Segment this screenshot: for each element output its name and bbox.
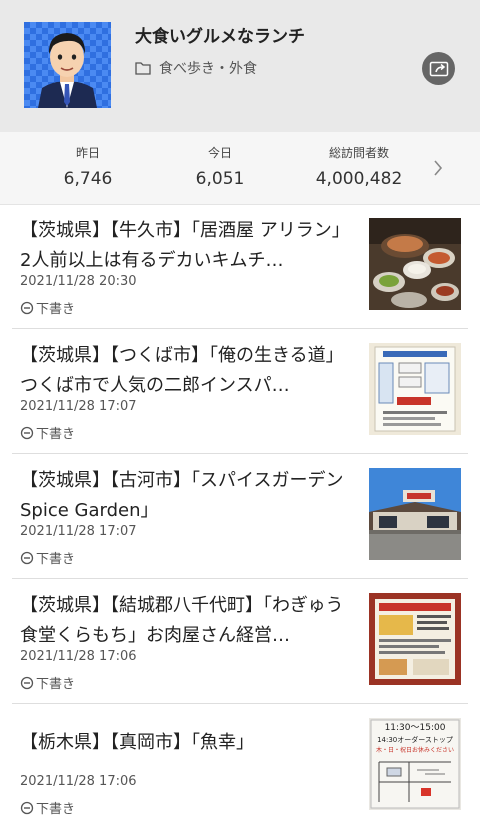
post-title[interactable]: 【茨城県】【牛久市】「居酒屋 アリラン」2人前以上は有るデカいキムチ… [20,216,356,276]
post-status: 下書き [20,298,75,317]
post-status-label: 下書き [36,677,76,692]
sign-text-hours: 11:30～15:00 [385,723,446,733]
post-thumbnail[interactable] [369,593,461,685]
post-status: 下書き [20,548,75,567]
folder-icon [135,62,151,75]
post-item[interactable]: 【茨城県】【つくば市】「俺の生きる道」つくば市で人気の二郎インスパ… 2021/… [12,329,468,454]
post-thumbnail[interactable]: 11:30～15:00 14:30オーダーストップ 木・日・祝日お休みください [369,718,461,810]
post-item[interactable]: 【栃木県】【真岡市】「魚幸」 2021/11/28 17:06 下書き 11:3… [12,704,468,828]
post-status-label: 下書き [36,302,76,317]
stat-total-label: 総訪問者数 [328,146,389,160]
share-button[interactable] [422,52,455,85]
stat-today: 今日 6,051 [190,144,250,189]
post-item[interactable]: 【茨城県】【牛久市】「居酒屋 アリラン」2人前以上は有るデカいキムチ… 2021… [12,204,468,329]
restaurant-exterior-photo [369,468,461,560]
post-item[interactable]: 【茨城県】【古河市】「スパイスガーデン Spice Garden」 2021/1… [12,454,468,579]
stat-today-label: 今日 [207,146,232,160]
post-date: 2021/11/28 17:06 [20,774,137,789]
post-date: 2021/11/28 17:07 [20,524,137,539]
minus-circle-icon [20,801,34,814]
post-list: 【茨城県】【牛久市】「居酒屋 アリラン」2人前以上は有るデカいキムチ… 2021… [0,204,480,828]
post-title[interactable]: 【茨城県】【つくば市】「俺の生きる道」つくば市で人気の二郎インスパ… [20,341,356,401]
blog-category[interactable]: 食べ歩き・外食 [135,58,257,78]
post-status: 下書き [20,423,75,442]
stat-total-value: 4,000,482 [315,169,403,189]
blog-title[interactable]: 大食いグルメなランチ [135,22,305,47]
post-date: 2021/11/28 17:07 [20,399,137,414]
post-status-label: 下書き [36,802,76,817]
post-title[interactable]: 【茨城県】【結城郡八千代町】「わぎゅう食堂くらもち」お肉屋さん経営… [20,591,356,651]
blog-header: 大食いグルメなランチ 食べ歩き・外食 [0,0,480,132]
avatar[interactable] [24,22,111,108]
category-label: 食べ歩き・外食 [159,61,257,77]
share-icon [429,61,448,76]
menu-board-photo [369,593,461,685]
parking-sign-photo [369,343,461,435]
hours-sign-photo: 11:30～15:00 14:30オーダーストップ 木・日・祝日お休みください [369,718,461,810]
stat-yesterday-value: 6,746 [63,169,113,189]
minus-circle-icon [20,676,34,689]
minus-circle-icon [20,426,34,439]
post-date: 2021/11/28 20:30 [20,274,137,289]
sign-text-holidays: 木・日・祝日お休みください [376,746,454,754]
post-status-label: 下書き [36,552,76,567]
post-thumbnail[interactable] [369,218,461,310]
stat-yesterday: 昨日 6,746 [58,144,118,189]
post-status-label: 下書き [36,427,76,442]
sign-text-order-stop: 14:30オーダーストップ [377,735,453,744]
post-thumbnail[interactable] [369,343,461,435]
minus-circle-icon [20,551,34,564]
post-thumbnail[interactable] [369,468,461,560]
post-title[interactable]: 【栃木県】【真岡市】「魚幸」 [20,728,356,758]
minus-circle-icon [20,301,34,314]
stat-total: 総訪問者数 4,000,482 [304,144,414,189]
visitor-stats[interactable]: 昨日 6,746 今日 6,051 総訪問者数 4,000,482 [0,132,480,205]
avatar-illustration [38,33,97,108]
post-status: 下書き [20,673,75,692]
post-item[interactable]: 【茨城県】【結城郡八千代町】「わぎゅう食堂くらもち」お肉屋さん経営… 2021/… [12,579,468,704]
stat-today-value: 6,051 [195,169,245,189]
food-photo [369,218,461,310]
chevron-right-icon[interactable] [432,159,444,177]
post-status: 下書き [20,798,75,817]
post-date: 2021/11/28 17:06 [20,649,137,664]
stat-yesterday-label: 昨日 [75,146,100,160]
post-title[interactable]: 【茨城県】【古河市】「スパイスガーデン Spice Garden」 [20,466,356,526]
